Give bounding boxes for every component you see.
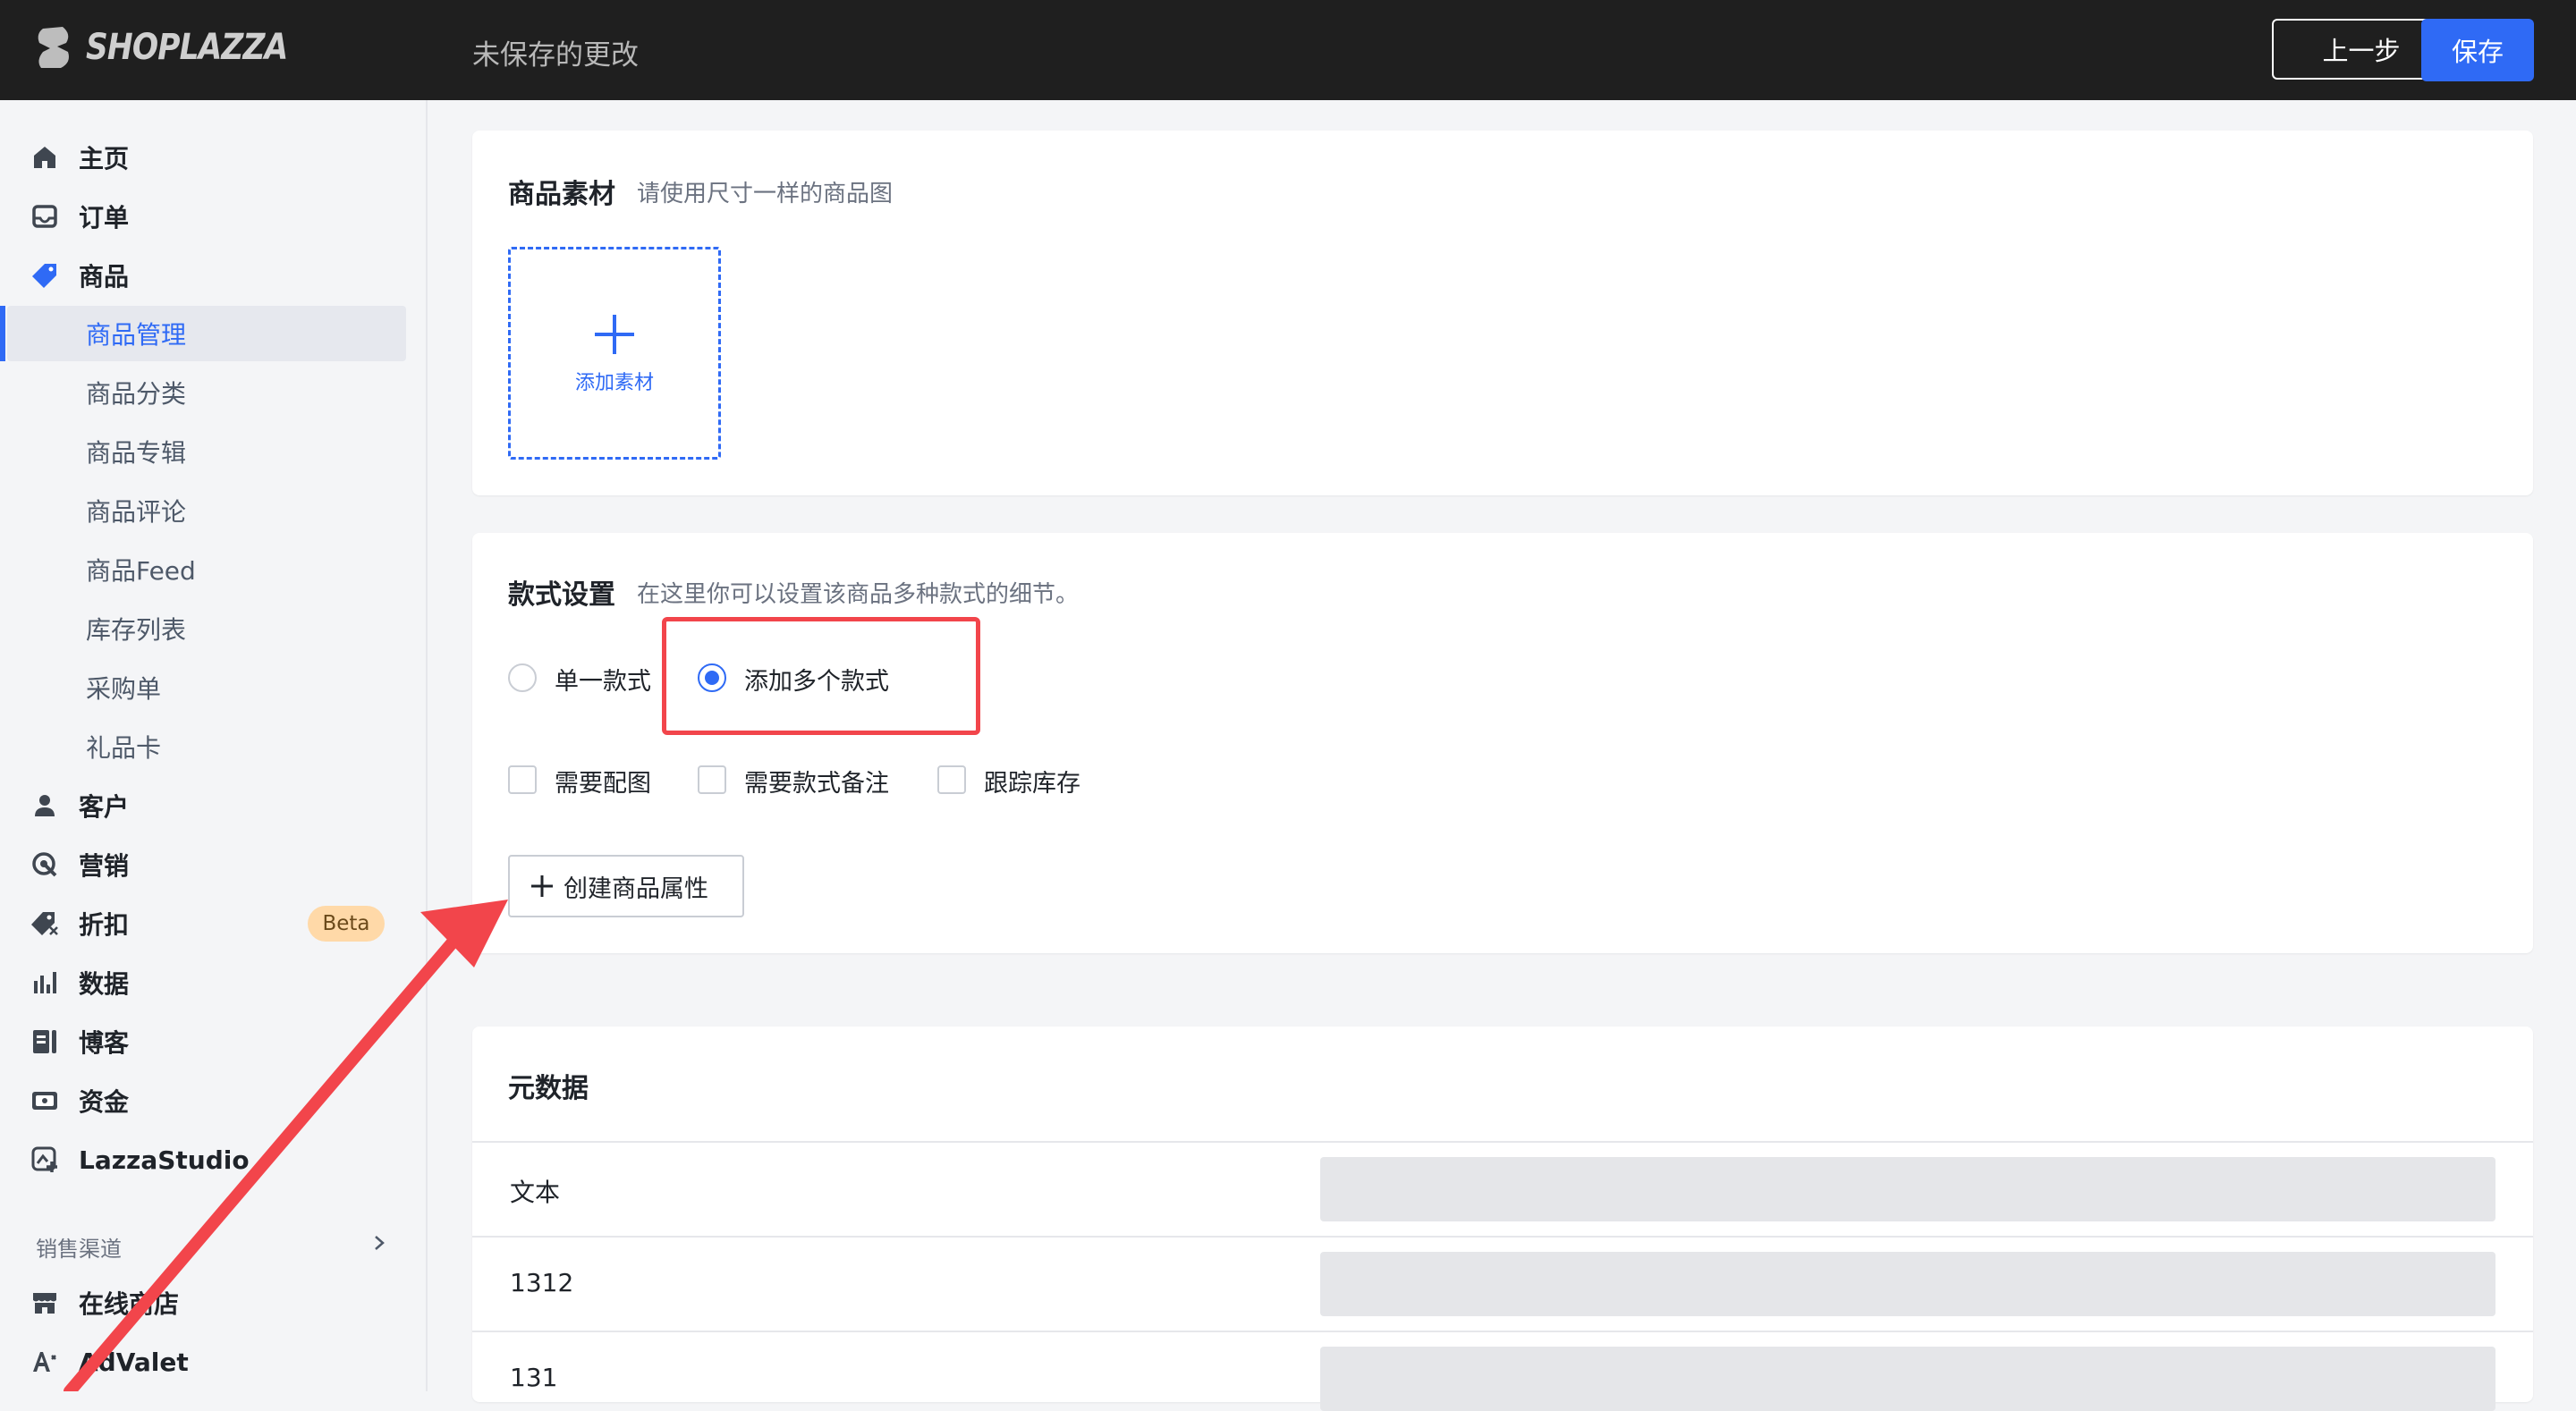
- plus-icon: [595, 315, 634, 354]
- metadata-row-label: 131: [510, 1363, 558, 1392]
- sidebar-item-label: 在线商店: [79, 1289, 180, 1319]
- checkbox-track-inventory-label[interactable]: 跟踪库存: [984, 764, 1080, 798]
- sidebar-item-lazzastudio[interactable]: LazzaStudio: [0, 1132, 428, 1187]
- sidebar-subitem-feed[interactable]: 商品Feed: [0, 542, 428, 597]
- checkbox-require-note[interactable]: [698, 765, 726, 794]
- active-highlight: [7, 306, 406, 361]
- sidebar-item-customers[interactable]: 客户: [0, 778, 428, 833]
- sidebar-item-blog[interactable]: 博客: [0, 1014, 428, 1069]
- studio-icon: [31, 1146, 57, 1172]
- sidebar-subitem-gift-cards[interactable]: 礼品卡: [0, 719, 428, 774]
- sidebar-item-label: AdValet: [79, 1347, 189, 1377]
- sidebar-subitem-label: 库存列表: [86, 615, 187, 645]
- chevron-right-icon[interactable]: [370, 1234, 388, 1252]
- sidebar: 主页 订单 商品 商品管理 商品分类 商品专辑 商品评论 商品Feed 库存列表…: [0, 100, 428, 1391]
- sidebar-subitem-label: 商品管理: [86, 320, 187, 350]
- sidebar-item-label: 主页: [79, 144, 130, 173]
- radio-multiple-variants[interactable]: [698, 663, 726, 692]
- metadata-row-label: 1312: [510, 1268, 574, 1297]
- logo[interactable]: SHOPLAZZA: [36, 25, 320, 70]
- radio-multiple-variants-label[interactable]: 添加多个款式: [744, 662, 889, 697]
- media-card-title: 商品素材: [508, 179, 615, 210]
- variant-card-title: 款式设置: [508, 579, 615, 611]
- metadata-row: 文本: [472, 1141, 2533, 1236]
- sidebar-subitem-reviews[interactable]: 商品评论: [0, 483, 428, 538]
- sidebar-item-online-store[interactable]: 在线商店: [0, 1275, 428, 1331]
- sidebar-item-label: 资金: [79, 1087, 130, 1117]
- sidebar-subitem-label: 商品分类: [86, 379, 187, 409]
- sidebar-subitem-product-management[interactable]: 商品管理: [0, 306, 428, 361]
- metadata-value-field[interactable]: [1320, 1157, 2496, 1221]
- sidebar-item-label: 客户: [79, 792, 130, 822]
- sidebar-subitem-inventory[interactable]: 库存列表: [0, 601, 428, 656]
- person-icon: [35, 795, 55, 816]
- store-icon: [33, 1293, 56, 1314]
- inbox-icon: [32, 205, 57, 228]
- sidebar-item-products[interactable]: 商品: [0, 248, 428, 303]
- wallet-icon: [32, 1092, 57, 1110]
- checkbox-require-image-label[interactable]: 需要配图: [555, 764, 651, 798]
- metadata-card-title: 元数据: [508, 1073, 589, 1104]
- sidebar-item-orders[interactable]: 订单: [0, 189, 428, 244]
- sidebar-subitem-purchase-orders[interactable]: 采购单: [0, 660, 428, 715]
- top-bar: SHOPLAZZA 未保存的更改 上一步 保存: [0, 0, 2576, 100]
- metadata-row-label: 文本: [510, 1178, 561, 1207]
- sidebar-subitem-label: 商品Feed: [86, 556, 196, 586]
- sidebar-item-label: 订单: [79, 203, 130, 232]
- sidebar-item-advalet[interactable]: AdValet: [0, 1334, 428, 1390]
- ad-icon: [33, 1352, 56, 1372]
- checkbox-track-inventory[interactable]: [937, 765, 966, 794]
- blog-icon: [33, 1030, 56, 1053]
- sidebar-item-label: LazzaStudio: [79, 1145, 250, 1175]
- media-card-hint: 请使用尺寸一样的商品图: [637, 181, 894, 207]
- sidebar-subitem-categories[interactable]: 商品分类: [0, 365, 428, 420]
- sidebar-item-label: 数据: [79, 969, 130, 999]
- sidebar-item-home[interactable]: 主页: [0, 130, 428, 185]
- discount-tag-icon: [31, 912, 58, 935]
- metadata-row: 131: [472, 1331, 2533, 1411]
- bar-chart-icon: [34, 972, 56, 993]
- sidebar-subitem-label: 采购单: [86, 674, 162, 704]
- sales-channels-label: 销售渠道: [36, 1237, 122, 1262]
- target-icon: [32, 852, 57, 877]
- plus-icon: [531, 875, 553, 897]
- variant-settings-card: 款式设置 在这里你可以设置该商品多种款式的细节。 单一款式 添加多个款式 需要配…: [472, 533, 2533, 953]
- save-button[interactable]: 保存: [2421, 19, 2534, 81]
- sidebar-item-label: 博客: [79, 1028, 130, 1058]
- active-indicator: [0, 306, 5, 361]
- metadata-value-field[interactable]: [1320, 1347, 2496, 1411]
- sidebar-subitem-label: 商品评论: [86, 497, 187, 527]
- metadata-row: 1312: [472, 1236, 2533, 1331]
- variant-card-hint: 在这里你可以设置该商品多种款式的细节。: [637, 581, 1080, 608]
- checkbox-require-note-label[interactable]: 需要款式备注: [744, 764, 889, 798]
- unsaved-changes-text: 未保存的更改: [472, 39, 639, 72]
- sidebar-item-analytics[interactable]: 数据: [0, 955, 428, 1010]
- sidebar-item-discounts[interactable]: 折扣 Beta: [0, 896, 428, 951]
- beta-badge: Beta: [308, 906, 385, 942]
- sidebar-item-label: 折扣: [79, 910, 130, 940]
- tag-icon: [32, 264, 56, 288]
- checkbox-require-image[interactable]: [508, 765, 537, 794]
- sidebar-item-finance[interactable]: 资金: [0, 1073, 428, 1128]
- metadata-value-field[interactable]: [1320, 1252, 2496, 1316]
- logo-text: SHOPLAZZA: [86, 27, 288, 68]
- home-icon: [34, 147, 55, 168]
- sidebar-subitem-collections[interactable]: 商品专辑: [0, 424, 428, 479]
- radio-single-variant-label[interactable]: 单一款式: [555, 662, 651, 697]
- sidebar-subitem-label: 礼品卡: [86, 733, 162, 763]
- product-media-card: 商品素材 请使用尺寸一样的商品图 添加素材: [472, 131, 2533, 495]
- create-attribute-label: 创建商品属性: [564, 874, 708, 903]
- add-media-label: 添加素材: [574, 372, 654, 394]
- sidebar-subitem-label: 商品专辑: [86, 438, 187, 468]
- radio-single-variant[interactable]: [508, 663, 537, 692]
- metadata-card: 元数据 文本 1312 131: [472, 1027, 2533, 1411]
- sidebar-item-label: 商品: [79, 262, 130, 291]
- sidebar-item-marketing[interactable]: 营销: [0, 837, 428, 892]
- add-media-button[interactable]: 添加素材: [508, 247, 721, 460]
- shoplazza-logo-icon: [38, 27, 69, 68]
- sidebar-item-label: 营销: [79, 851, 130, 881]
- create-attribute-button[interactable]: 创建商品属性: [508, 855, 744, 917]
